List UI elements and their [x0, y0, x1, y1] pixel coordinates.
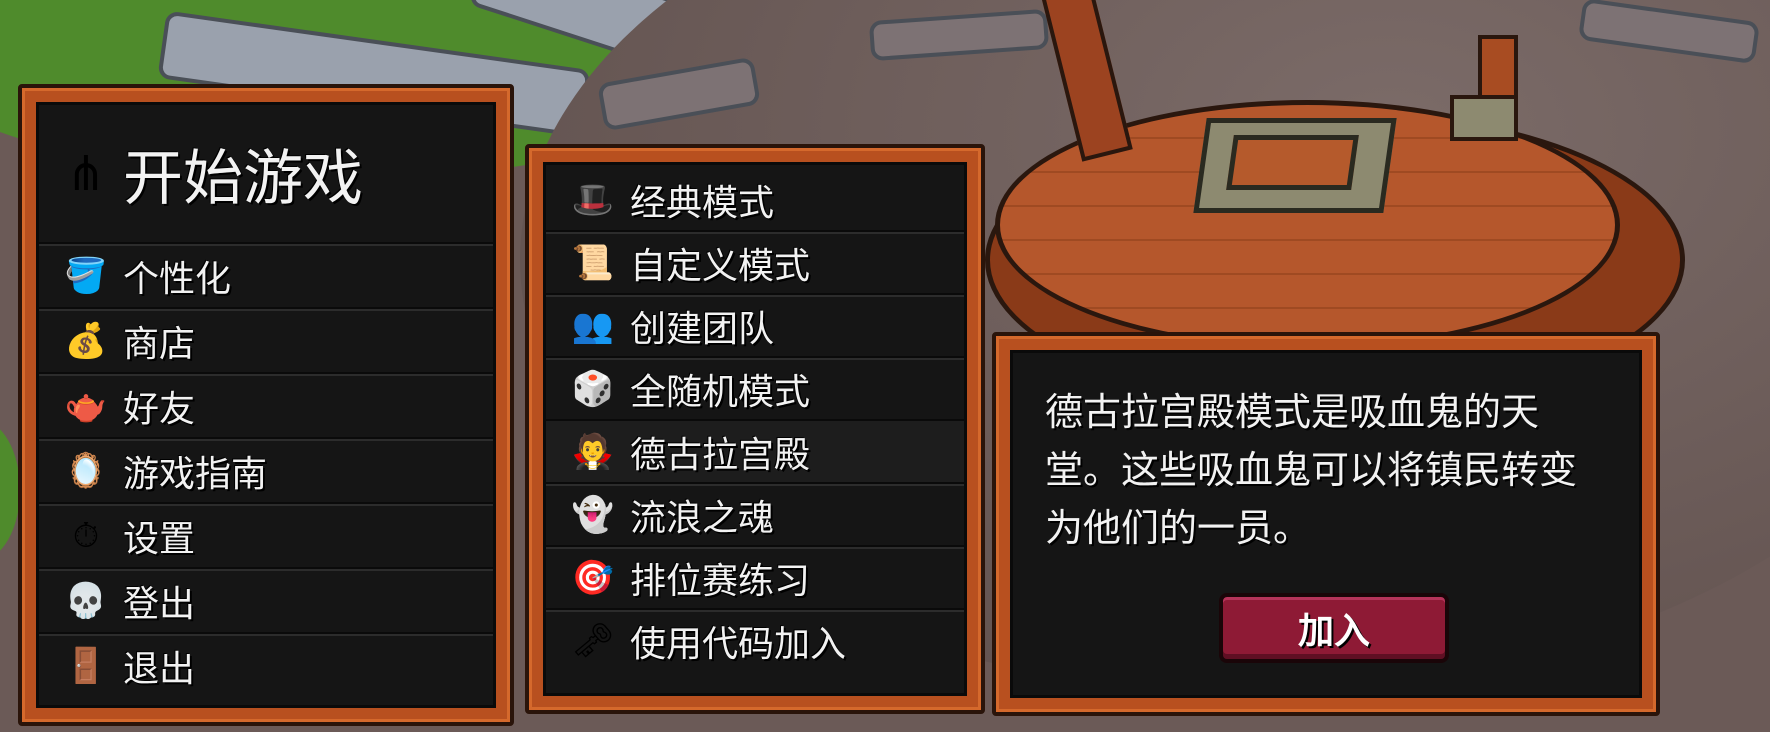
menu-item-logout[interactable]: 💀 登出	[39, 569, 493, 634]
menu-item-label: 设置	[123, 518, 196, 560]
menu-item-customize[interactable]: 🪣 个性化	[39, 244, 493, 309]
mode-item-label: 使用代码加入	[630, 623, 847, 665]
skull-icon: 💀	[64, 580, 108, 621]
lever-base	[1450, 95, 1518, 141]
mode-item-label: 全随机模式	[630, 371, 811, 413]
mode-item-label: 流浪之魂	[630, 497, 775, 539]
pocket-watch-icon: ⏱	[72, 515, 100, 556]
main-menu-inner: ⋔ 开始游戏 🪣 个性化 💰 商店 🫖 好友 🪞 游戏指南 ⏱ 设置 💀 登出 …	[36, 102, 496, 708]
join-button[interactable]: 加入	[1219, 593, 1449, 663]
mode-description: 德古拉宫殿模式是吸血鬼的天堂。这些吸血鬼可以将镇民转变为他们的一员。	[1045, 390, 1578, 550]
pilgrim-hat-icon: 🎩	[571, 179, 615, 220]
menu-title: 开始游戏	[123, 144, 363, 214]
mode-item-classic[interactable]: 🎩 经典模式	[546, 169, 964, 232]
menu-item-label: 登出	[123, 583, 196, 625]
trapdoor	[1226, 135, 1359, 190]
mirror-icon: 🪞	[64, 450, 108, 491]
grass-patch	[0, 420, 20, 560]
exit-door-icon: 🚪	[64, 645, 108, 686]
mode-item-label: 德古拉宫殿	[630, 434, 811, 476]
pitchfork-icon: ⋔	[65, 145, 107, 202]
mode-item-label: 排位赛练习	[630, 560, 811, 602]
menu-item-exit[interactable]: 🚪 退出	[39, 634, 493, 697]
mode-item-create-team[interactable]: 👥 创建团队	[546, 295, 964, 358]
menu-item-shop[interactable]: 💰 商店	[39, 309, 493, 374]
scroll-icon: 📜	[571, 242, 615, 283]
mode-item-ranked-practice[interactable]: 🎯 排位赛练习	[546, 547, 964, 610]
mode-item-join-by-code[interactable]: 🗝 使用代码加入	[546, 610, 964, 671]
menu-item-settings[interactable]: ⏱ 设置	[39, 504, 493, 569]
team-icon: 👥	[571, 305, 615, 346]
mode-menu-panel: 🎩 经典模式 📜 自定义模式 👥 创建团队 🎲 全随机模式 🧛 德古拉宫殿 👻 …	[525, 144, 985, 714]
menu-item-label: 退出	[123, 648, 196, 690]
vampire-icon: 🧛	[571, 431, 615, 472]
menu-item-label: 游戏指南	[123, 453, 268, 495]
ghost-icon: 👻	[571, 494, 615, 535]
mode-item-custom[interactable]: 📜 自定义模式	[546, 232, 964, 295]
coin-bag-icon: 💰	[64, 320, 108, 361]
main-menu-panel: ⋔ 开始游戏 🪣 个性化 💰 商店 🫖 好友 🪞 游戏指南 ⏱ 设置 💀 登出 …	[18, 84, 514, 726]
mode-item-label: 经典模式	[630, 182, 775, 224]
mode-item-wandering-soul[interactable]: 👻 流浪之魂	[546, 484, 964, 547]
menu-item-guide[interactable]: 🪞 游戏指南	[39, 439, 493, 504]
dice-icon: 🎲	[571, 368, 615, 409]
mode-info-panel: 德古拉宫殿模式是吸血鬼的天堂。这些吸血鬼可以将镇民转变为他们的一员。 加入	[992, 332, 1660, 716]
menu-item-label: 好友	[123, 388, 196, 430]
menu-item-label: 商店	[123, 323, 196, 365]
mode-info-inner: 德古拉宫殿模式是吸血鬼的天堂。这些吸血鬼可以将镇民转变为他们的一员。 加入	[1010, 350, 1642, 698]
mode-item-label: 创建团队	[630, 308, 775, 350]
target-icon: 🎯	[571, 557, 615, 598]
keys-icon: 🗝	[571, 620, 615, 661]
mode-menu-inner: 🎩 经典模式 📜 自定义模式 👥 创建团队 🎲 全随机模式 🧛 德古拉宫殿 👻 …	[543, 162, 967, 696]
paint-bucket-icon: 🪣	[64, 255, 108, 296]
menu-item-label: 个性化	[123, 258, 232, 300]
mode-item-all-random[interactable]: 🎲 全随机模式	[546, 358, 964, 421]
teapot-icon: 🫖	[64, 385, 108, 426]
mode-item-label: 自定义模式	[630, 245, 811, 287]
mode-item-dracula-palace[interactable]: 🧛 德古拉宫殿	[546, 421, 964, 484]
menu-item-friends[interactable]: 🫖 好友	[39, 374, 493, 439]
start-game-title: ⋔ 开始游戏	[39, 105, 493, 244]
